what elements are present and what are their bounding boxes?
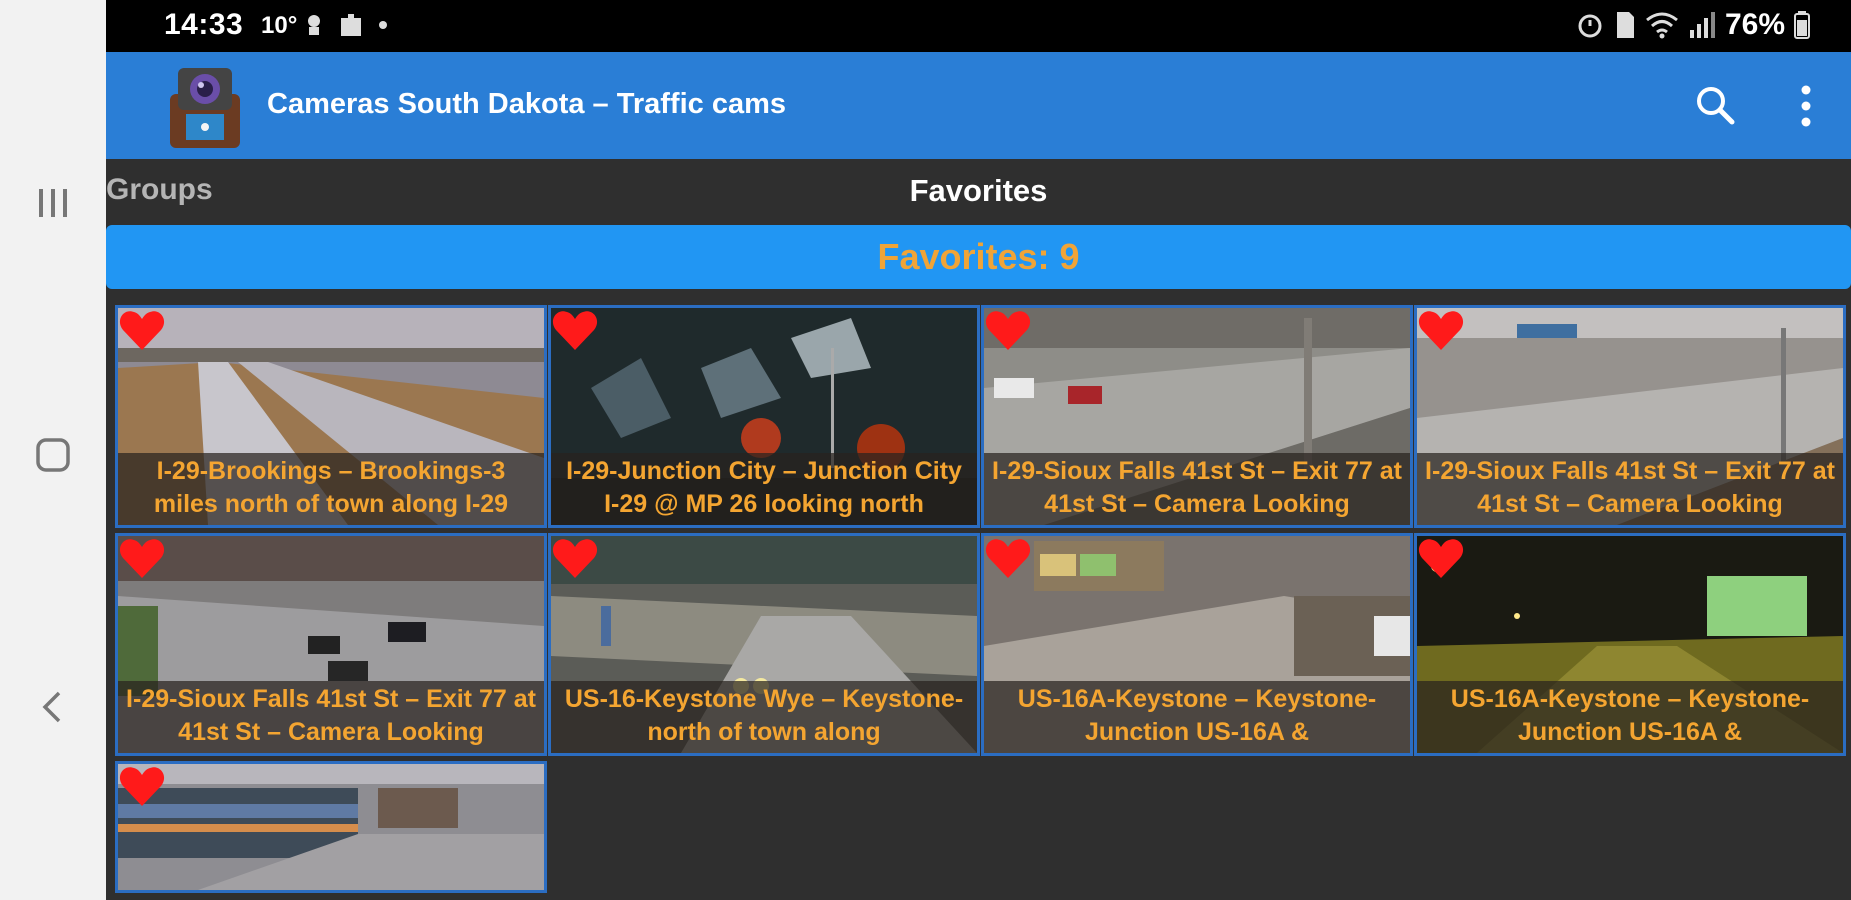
- status-battery-percent: 76%: [1724, 8, 1785, 41]
- favorite-heart-icon[interactable]: [118, 308, 166, 352]
- camera-thumbnail: [118, 764, 544, 890]
- app-bar: Cameras South Dakota – Traffic cams: [106, 52, 1851, 159]
- weather-icon: [308, 15, 320, 35]
- camera-title: I-29-Sioux Falls 41st St – Exit 77 at 41…: [118, 681, 544, 753]
- app-screen: 14:33 10° 76% Cameras South Dakota – Tra…: [106, 0, 1851, 900]
- alarm-icon: [1578, 14, 1602, 38]
- camera-card[interactable]: I-29-Sioux Falls 41st St – Exit 77 at 41…: [981, 305, 1413, 528]
- status-system-icons: 76%: [1575, 8, 1811, 42]
- camera-title: I-29-Brookings – Brookings-3 miles north…: [118, 453, 544, 525]
- puzzle-icon: [341, 14, 361, 36]
- favorites-count-banner: Favorites: 9: [106, 225, 1851, 289]
- camera-thumbnail: I-29-Brookings – Brookings-3 miles north…: [118, 308, 544, 525]
- camera-thumbnail: I-29-Sioux Falls 41st St – Exit 77 at 41…: [118, 536, 544, 753]
- camera-card[interactable]: I-29-Junction City – Junction City I-29 …: [548, 305, 980, 528]
- sim-icon: [1616, 12, 1634, 38]
- camera-title: US-16A-Keystone – Keystone-Junction US-1…: [984, 681, 1410, 753]
- system-navigation-bar: [0, 0, 106, 900]
- app-logo-icon: [170, 68, 240, 148]
- camera-thumbnail: I-29-Sioux Falls 41st St – Exit 77 at 41…: [984, 308, 1410, 525]
- favorite-heart-icon[interactable]: [1417, 536, 1465, 580]
- home-button[interactable]: [0, 415, 106, 495]
- home-icon: [36, 438, 70, 472]
- camera-card[interactable]: I-29-Sioux Falls 41st St – Exit 77 at 41…: [1414, 305, 1846, 528]
- favorite-heart-icon[interactable]: [1417, 308, 1465, 352]
- camera-thumbnail: US-16A-Keystone – Keystone-Junction US-1…: [1417, 536, 1843, 753]
- camera-card[interactable]: I-29-Brookings – Brookings-3 miles north…: [115, 305, 547, 528]
- favorite-heart-icon[interactable]: [551, 536, 599, 580]
- camera-title: I-29-Junction City – Junction City I-29 …: [551, 453, 977, 525]
- camera-thumbnail: US-16-Keystone Wye – Keystone-north of t…: [551, 536, 977, 753]
- camera-card[interactable]: US-16A-Keystone – Keystone-Junction US-1…: [981, 533, 1413, 756]
- camera-title: I-29-Sioux Falls 41st St – Exit 77 at 41…: [1417, 453, 1843, 525]
- camera-thumbnail: US-16A-Keystone – Keystone-Junction US-1…: [984, 536, 1410, 753]
- camera-card[interactable]: US-16A-Keystone – Keystone-Junction US-1…: [1414, 533, 1846, 756]
- camera-card[interactable]: I-29-Sioux Falls 41st St – Exit 77 at 41…: [115, 533, 547, 756]
- back-icon: [42, 691, 61, 723]
- camera-card[interactable]: [115, 761, 547, 893]
- search-icon[interactable]: [1690, 80, 1742, 132]
- favorite-heart-icon[interactable]: [551, 308, 599, 352]
- tab-groups[interactable]: Groups: [106, 173, 213, 207]
- camera-title: US-16A-Keystone – Keystone-Junction US-1…: [1417, 681, 1843, 753]
- tab-strip: Groups Favorites: [106, 159, 1851, 225]
- recent-apps-icon: [39, 189, 67, 217]
- camera-title: I-29-Sioux Falls 41st St – Exit 77 at 41…: [984, 453, 1410, 525]
- app-title: Cameras South Dakota – Traffic cams: [267, 88, 786, 120]
- favorites-count-label: Favorites: 9: [877, 236, 1080, 277]
- overflow-menu-icon[interactable]: [1788, 80, 1824, 132]
- status-notification-icons: [301, 10, 389, 40]
- battery-icon: [1794, 11, 1810, 39]
- favorite-heart-icon[interactable]: [118, 764, 166, 808]
- favorite-heart-icon[interactable]: [118, 536, 166, 580]
- status-bar: 14:33 10° 76%: [106, 0, 1851, 52]
- tab-favorites[interactable]: Favorites: [910, 173, 1048, 208]
- recent-apps-button[interactable]: [0, 163, 106, 243]
- camera-card[interactable]: US-16-Keystone Wye – Keystone-north of t…: [548, 533, 980, 756]
- camera-thumbnail: I-29-Junction City – Junction City I-29 …: [551, 308, 977, 525]
- wifi-icon: [1646, 12, 1678, 39]
- camera-thumbnail: I-29-Sioux Falls 41st St – Exit 77 at 41…: [1417, 308, 1843, 525]
- camera-title: US-16-Keystone Wye – Keystone-north of t…: [551, 681, 977, 753]
- favorite-heart-icon[interactable]: [984, 536, 1032, 580]
- status-temperature: 10°: [261, 12, 298, 39]
- signal-icon: [1689, 12, 1715, 38]
- dot-icon: [379, 21, 387, 29]
- back-button[interactable]: [0, 667, 106, 747]
- status-time: 14:33: [164, 8, 244, 41]
- favorite-heart-icon[interactable]: [984, 308, 1032, 352]
